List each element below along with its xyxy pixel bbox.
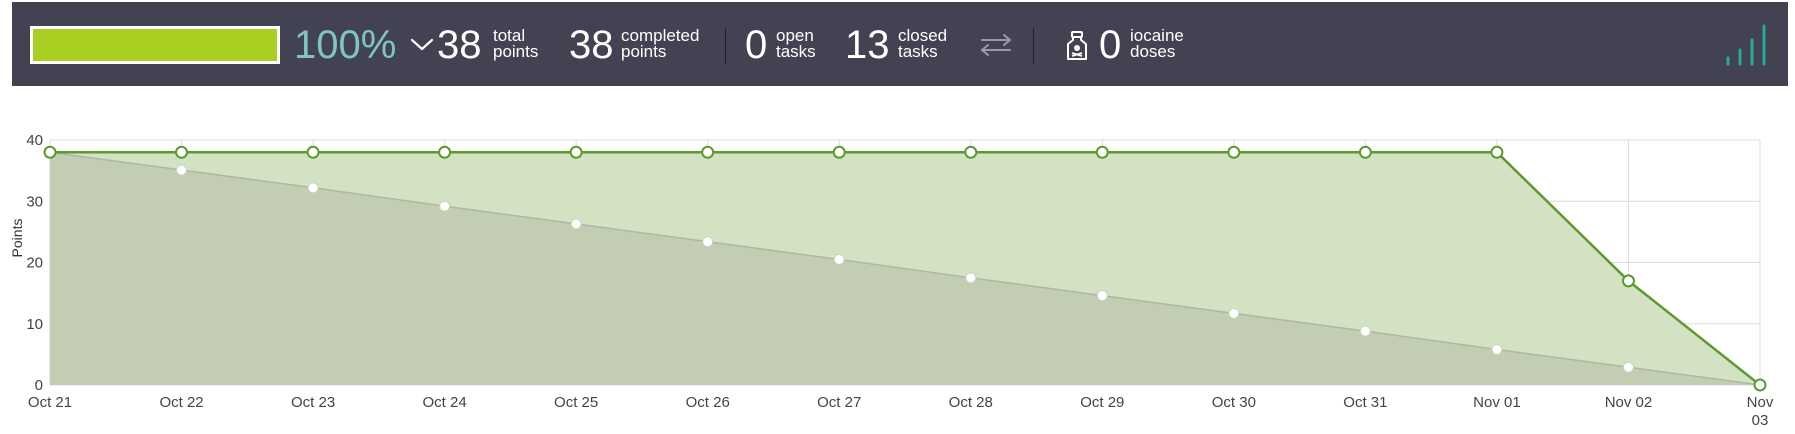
x-tick-label: Oct 24 (423, 394, 467, 411)
x-tick-label: Oct 27 (817, 394, 861, 411)
x-tick-label: Oct 28 (949, 394, 993, 411)
optimal-point (307, 182, 319, 194)
x-tick-label: Oct 26 (686, 394, 730, 411)
actual-point (1621, 274, 1635, 288)
optimal-point (1096, 290, 1108, 302)
optimal-point (1359, 325, 1371, 337)
y-tick-label: 10 (26, 316, 43, 333)
actual-point (569, 145, 583, 159)
optimal-point (176, 164, 188, 176)
actual-point (1227, 145, 1241, 159)
chart-areas (49, 151, 1761, 386)
x-tick-label: Oct 30 (1212, 394, 1256, 411)
optimal-point (1228, 307, 1240, 319)
y-tick-label: 0 (35, 377, 43, 394)
x-tick-label: Nov 02 (1605, 394, 1653, 411)
sprint-summary-bar: 100% 38 total points 38 completed points… (12, 2, 1788, 86)
actual-point (964, 145, 978, 159)
actual-point (1358, 145, 1372, 159)
x-tick-label: Nov 03 (1747, 394, 1774, 429)
actual-point (175, 145, 189, 159)
separator (725, 28, 726, 64)
closed-tasks-label-2: tasks (898, 42, 938, 61)
closed-tasks-value: 13 (845, 23, 890, 67)
x-tick-label: Nov 01 (1473, 394, 1521, 411)
separator (1033, 28, 1034, 64)
actual-point (1753, 378, 1767, 392)
completion-percent: 100% (294, 23, 397, 67)
actual-point (832, 145, 846, 159)
actual-point (43, 145, 57, 159)
burndown-chart: 0 10 20 30 40 Oct 21 Oct 22 Oct 23 Oct 24 Oct 25 O… (9, 132, 1774, 429)
chevron-down-icon[interactable] (409, 35, 435, 53)
optimal-point (1622, 361, 1634, 373)
total-points-label-2: points (493, 42, 539, 61)
optimal-point (833, 253, 845, 265)
y-tick-label: 20 (26, 255, 43, 272)
actual-point (306, 145, 320, 159)
actual-point (701, 145, 715, 159)
signal-bars-icon[interactable] (1724, 20, 1774, 68)
x-tick-label: Oct 29 (1080, 394, 1124, 411)
x-tick-label: Oct 25 (554, 394, 598, 411)
total-points-value: 38 (437, 23, 482, 67)
y-tick-label: 40 (26, 132, 43, 149)
completed-points-label-2: points (621, 42, 667, 61)
optimal-point (965, 272, 977, 284)
completed-points-value: 38 (569, 23, 614, 67)
actual-point (1490, 145, 1504, 159)
iocaine-doses-value: 0 (1099, 23, 1122, 67)
y-tick-label: 30 (26, 193, 43, 210)
actual-point (438, 145, 452, 159)
sprint-progress-fill (33, 29, 277, 61)
iocaine-doses-label-2: doses (1130, 42, 1176, 61)
open-tasks-label-2: tasks (776, 42, 816, 61)
y-axis-label: Points (9, 219, 25, 258)
sprint-progress-bar (30, 26, 280, 64)
actual-point (1095, 145, 1109, 159)
poison-bottle-icon (1067, 31, 1087, 60)
optimal-point (1491, 343, 1503, 355)
swap-arrows-icon[interactable] (977, 32, 1015, 58)
optimal-point (702, 236, 714, 248)
x-tick-label: Oct 21 (28, 394, 72, 411)
x-tick-label: Oct 31 (1343, 394, 1387, 411)
x-tick-label: Oct 22 (159, 394, 203, 411)
optimal-point (439, 200, 451, 212)
open-tasks-value: 0 (745, 23, 768, 67)
x-tick-label: Oct 23 (291, 394, 335, 411)
optimal-point (570, 218, 582, 230)
